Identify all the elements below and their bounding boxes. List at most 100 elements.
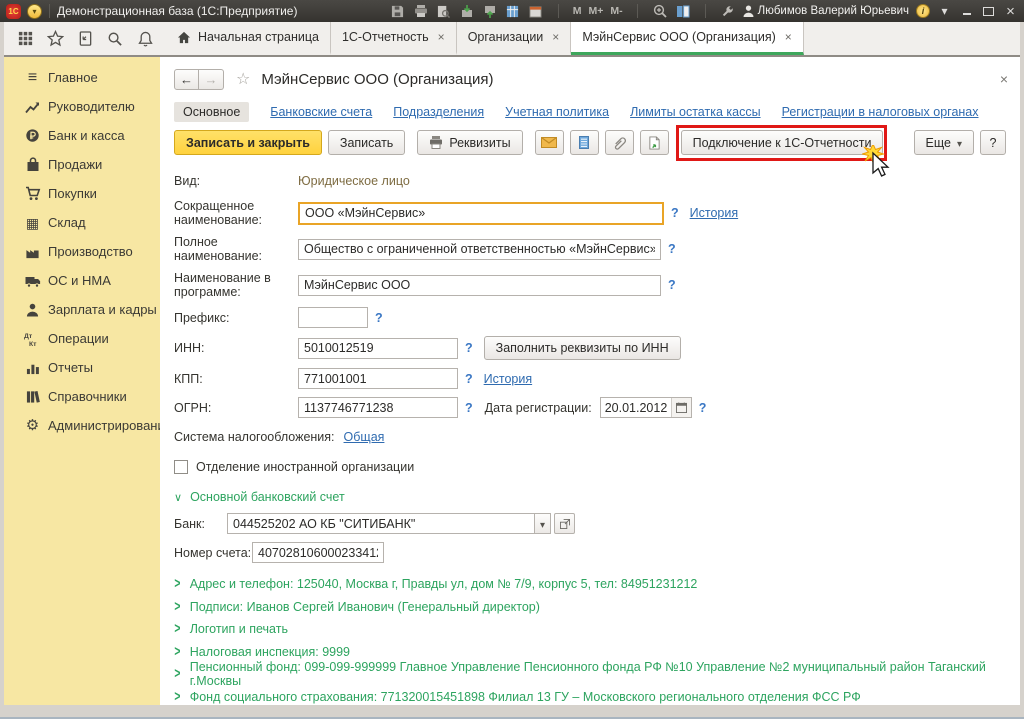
calendar-icon[interactable] (528, 4, 544, 19)
ogrn-input[interactable] (298, 397, 458, 418)
account-number-input[interactable] (252, 542, 384, 563)
favorites-star-icon[interactable] (42, 27, 68, 51)
help-icon[interactable] (671, 206, 679, 220)
nav-link-cash-limits[interactable]: Лимиты остатка кассы (630, 105, 760, 119)
inn-input[interactable] (298, 337, 458, 359)
sidebar-item-operations[interactable]: Дт Кт Операции (4, 324, 160, 353)
svg-text:Дт: Дт (24, 333, 33, 340)
section-signatures[interactable]: Подписи: Иванов Сергей Иванович (Генерал… (174, 596, 1006, 619)
file-export-icon[interactable] (482, 4, 498, 19)
calculator-icon[interactable] (505, 4, 521, 19)
info-icon[interactable]: i (916, 4, 930, 18)
foreign-branch-checkbox[interactable] (174, 459, 188, 474)
system-menu-button[interactable] (27, 3, 42, 19)
memory-m-plus-button[interactable]: M+ (589, 5, 604, 17)
section-social-insurance[interactable]: Фонд социального страхования: 7713200154… (174, 686, 1006, 706)
sidebar-item-salary-hr[interactable]: Зарплата и кадры (4, 295, 160, 324)
kpp-input[interactable] (298, 368, 458, 389)
sidebar-item-sales[interactable]: Продажи (4, 150, 160, 179)
help-icon[interactable] (668, 278, 676, 292)
help-icon[interactable] (668, 242, 676, 256)
1c-app-icon[interactable]: 1С (6, 3, 21, 19)
close-form-button[interactable] (1000, 71, 1008, 87)
print-preview-icon[interactable] (436, 4, 452, 19)
help-icon[interactable] (465, 341, 473, 355)
full-name-input[interactable] (298, 238, 661, 260)
service-wrench-icon[interactable] (720, 4, 736, 19)
favorite-star-icon[interactable] (236, 69, 250, 89)
sidebar-item-reports[interactable]: Отчеты (4, 353, 160, 382)
help-icon[interactable] (465, 401, 473, 415)
nav-back-button[interactable] (174, 68, 199, 90)
sidebar-item-fixed-assets[interactable]: ОС и НМА (4, 266, 160, 295)
help-icon[interactable] (375, 311, 383, 325)
minimize-button[interactable] (959, 5, 974, 18)
sidebar-item-bank-cash[interactable]: Банк и касса (4, 121, 160, 150)
save-button[interactable]: Записать (327, 130, 406, 155)
open-bank-button[interactable] (554, 513, 575, 534)
save-and-close-button[interactable]: Записать и закрыть (174, 130, 322, 155)
section-pension-fund[interactable]: Пенсионный фонд: 099-099-999999 Главное … (174, 660, 1006, 688)
split-view-icon[interactable] (675, 4, 691, 19)
nav-link-bank-accounts[interactable]: Банковские счета (270, 105, 372, 119)
close-tab-icon[interactable] (785, 30, 792, 44)
program-name-input[interactable] (298, 274, 661, 296)
close-tab-icon[interactable] (438, 30, 445, 44)
tax-system-link[interactable]: Общая (344, 430, 385, 444)
file-import-icon[interactable] (459, 4, 475, 19)
connect-1c-reporting-button[interactable]: Подключение к 1С-Отчетности (680, 130, 884, 155)
reg-date-input[interactable] (600, 398, 671, 417)
nav-link-main[interactable]: Основное (174, 102, 250, 122)
memory-m-minus-button[interactable]: M- (610, 5, 622, 17)
sidebar-item-manager[interactable]: Руководителю (4, 92, 160, 121)
current-user[interactable]: Любимов Валерий Юрьевич (743, 5, 909, 17)
titlebar-menu-caret[interactable] (937, 5, 952, 18)
tab-1c-reporting[interactable]: 1С-Отчетность (331, 22, 457, 55)
history-icon[interactable] (72, 27, 98, 51)
close-window-button[interactable] (1003, 5, 1018, 18)
section-logo-stamp[interactable]: Логотип и печать (174, 618, 1006, 641)
short-name-input[interactable] (298, 201, 664, 225)
help-button[interactable]: ? (980, 130, 1006, 155)
nav-link-tax-registrations[interactable]: Регистрации в налоговых органах (782, 105, 979, 119)
help-icon[interactable] (699, 401, 707, 415)
sidebar-item-main[interactable]: Главное (4, 63, 160, 92)
history-link[interactable]: История (690, 206, 738, 220)
bank-input[interactable] (227, 513, 534, 534)
attachments-button[interactable] (604, 130, 634, 155)
search-icon[interactable] (102, 27, 128, 51)
zoom-in-icon[interactable] (652, 4, 668, 19)
sidebar-item-purchases[interactable]: Покупки (4, 179, 160, 208)
fill-by-inn-button[interactable]: Заполнить реквизиты по ИНН (483, 336, 681, 360)
maximize-button[interactable] (981, 5, 996, 18)
prefix-input[interactable] (298, 307, 368, 328)
sidebar-item-administration[interactable]: Администрирование (4, 411, 172, 440)
history-link[interactable]: История (484, 372, 532, 386)
memory-m-button[interactable]: M (573, 5, 582, 17)
tab-organizations[interactable]: Организации (457, 22, 572, 55)
sidebar-item-production[interactable]: Производство (4, 237, 160, 266)
tab-home[interactable]: Начальная страница (166, 22, 331, 55)
notifications-bell-icon[interactable] (132, 27, 158, 51)
section-address-phone[interactable]: Адрес и телефон: 125040, Москва г, Правд… (174, 573, 1006, 596)
nav-link-accounting-policy[interactable]: Учетная политика (505, 105, 609, 119)
email-button[interactable] (534, 130, 564, 155)
calendar-picker-icon[interactable] (670, 398, 691, 417)
tab-mainservice-org[interactable]: МэйнСервис ООО (Организация) (571, 22, 804, 55)
bank-dropdown-button[interactable] (534, 513, 551, 534)
nav-forward-button[interactable] (199, 68, 224, 90)
requisites-button[interactable]: Реквизиты (417, 130, 523, 155)
apps-menu-icon[interactable] (12, 27, 38, 51)
notes-button[interactable] (569, 130, 599, 155)
kind-value[interactable]: Юридическое лицо (298, 174, 410, 188)
sidebar-item-directories[interactable]: Справочники (4, 382, 160, 411)
more-button[interactable]: Еще (913, 130, 974, 155)
nav-link-departments[interactable]: Подразделения (393, 105, 484, 119)
close-tab-icon[interactable] (552, 30, 559, 44)
sidebar-item-warehouse[interactable]: Склад (4, 208, 160, 237)
print-icon[interactable] (413, 4, 429, 19)
bank-account-section-header[interactable]: Основной банковский счет (174, 486, 1006, 507)
help-icon[interactable] (465, 372, 473, 386)
export-document-button[interactable] (639, 130, 669, 155)
save-icon[interactable] (390, 4, 406, 19)
